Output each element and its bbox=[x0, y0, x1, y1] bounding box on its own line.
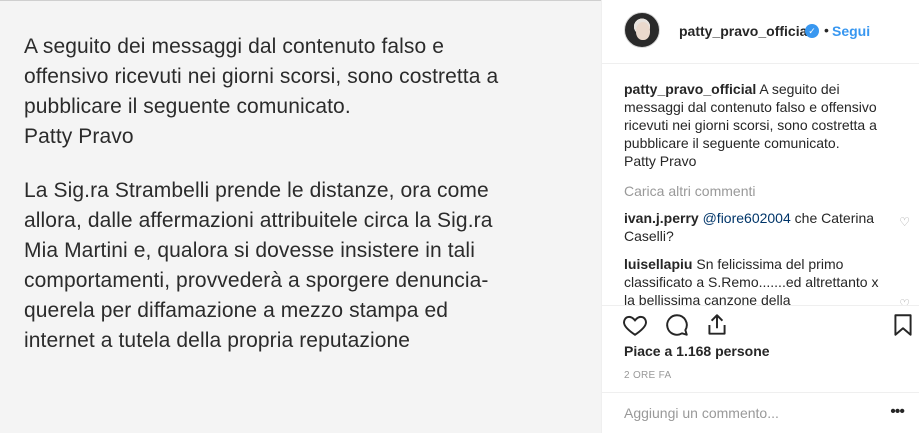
share-icon[interactable] bbox=[704, 312, 730, 338]
caption: patty_pravo_official A seguito dei messa… bbox=[624, 80, 879, 170]
comment-mention[interactable]: @fiore602004 bbox=[703, 210, 791, 226]
add-comment-bar: ••• bbox=[602, 392, 919, 433]
post-paragraph-2: La Sig.ra Strambelli prende le distanze,… bbox=[24, 179, 493, 352]
post-time[interactable]: 2 ORE FA bbox=[624, 370, 671, 381]
heart-icon[interactable] bbox=[622, 312, 648, 338]
post-image: A seguito dei messaggi dal contenuto fal… bbox=[0, 0, 601, 433]
post-header: patty_pravo_official ✓ • Segui bbox=[602, 0, 919, 64]
small-heart-icon[interactable]: ♡ bbox=[899, 213, 910, 231]
bookmark-icon[interactable] bbox=[890, 312, 916, 338]
separator-dot: • bbox=[824, 22, 829, 38]
follow-button[interactable]: Segui bbox=[832, 23, 870, 39]
avatar[interactable] bbox=[624, 12, 660, 48]
small-heart-icon[interactable]: ♡ bbox=[899, 295, 910, 305]
comment-username[interactable]: luisellapiu bbox=[624, 256, 692, 272]
comment-icon[interactable] bbox=[664, 312, 690, 338]
post-paragraph-1: A seguito dei messaggi dal contenuto fal… bbox=[24, 35, 499, 148]
caption-signature: Patty Pravo bbox=[624, 153, 697, 169]
comment-input[interactable] bbox=[624, 405, 864, 421]
action-bar bbox=[602, 305, 919, 345]
verified-icon: ✓ bbox=[805, 24, 819, 38]
caption-username[interactable]: patty_pravo_official bbox=[624, 81, 756, 97]
load-more-comments-button[interactable]: Carica altri commenti bbox=[624, 183, 890, 199]
header-username[interactable]: patty_pravo_official bbox=[679, 23, 811, 39]
more-options-button[interactable]: ••• bbox=[890, 403, 905, 421]
list-item: ivan.j.perry @fiore602004 che Caterina C… bbox=[624, 209, 910, 245]
list-item: luisellapiu Sn felicissima del primo cla… bbox=[624, 255, 910, 305]
comments-list[interactable]: patty_pravo_official A seguito dei messa… bbox=[602, 80, 919, 305]
likes-count[interactable]: Piace a 1.168 persone bbox=[624, 343, 770, 359]
comment-username[interactable]: ivan.j.perry bbox=[624, 210, 699, 226]
post-sidebar: patty_pravo_official ✓ • Segui patty_pra… bbox=[601, 0, 919, 433]
